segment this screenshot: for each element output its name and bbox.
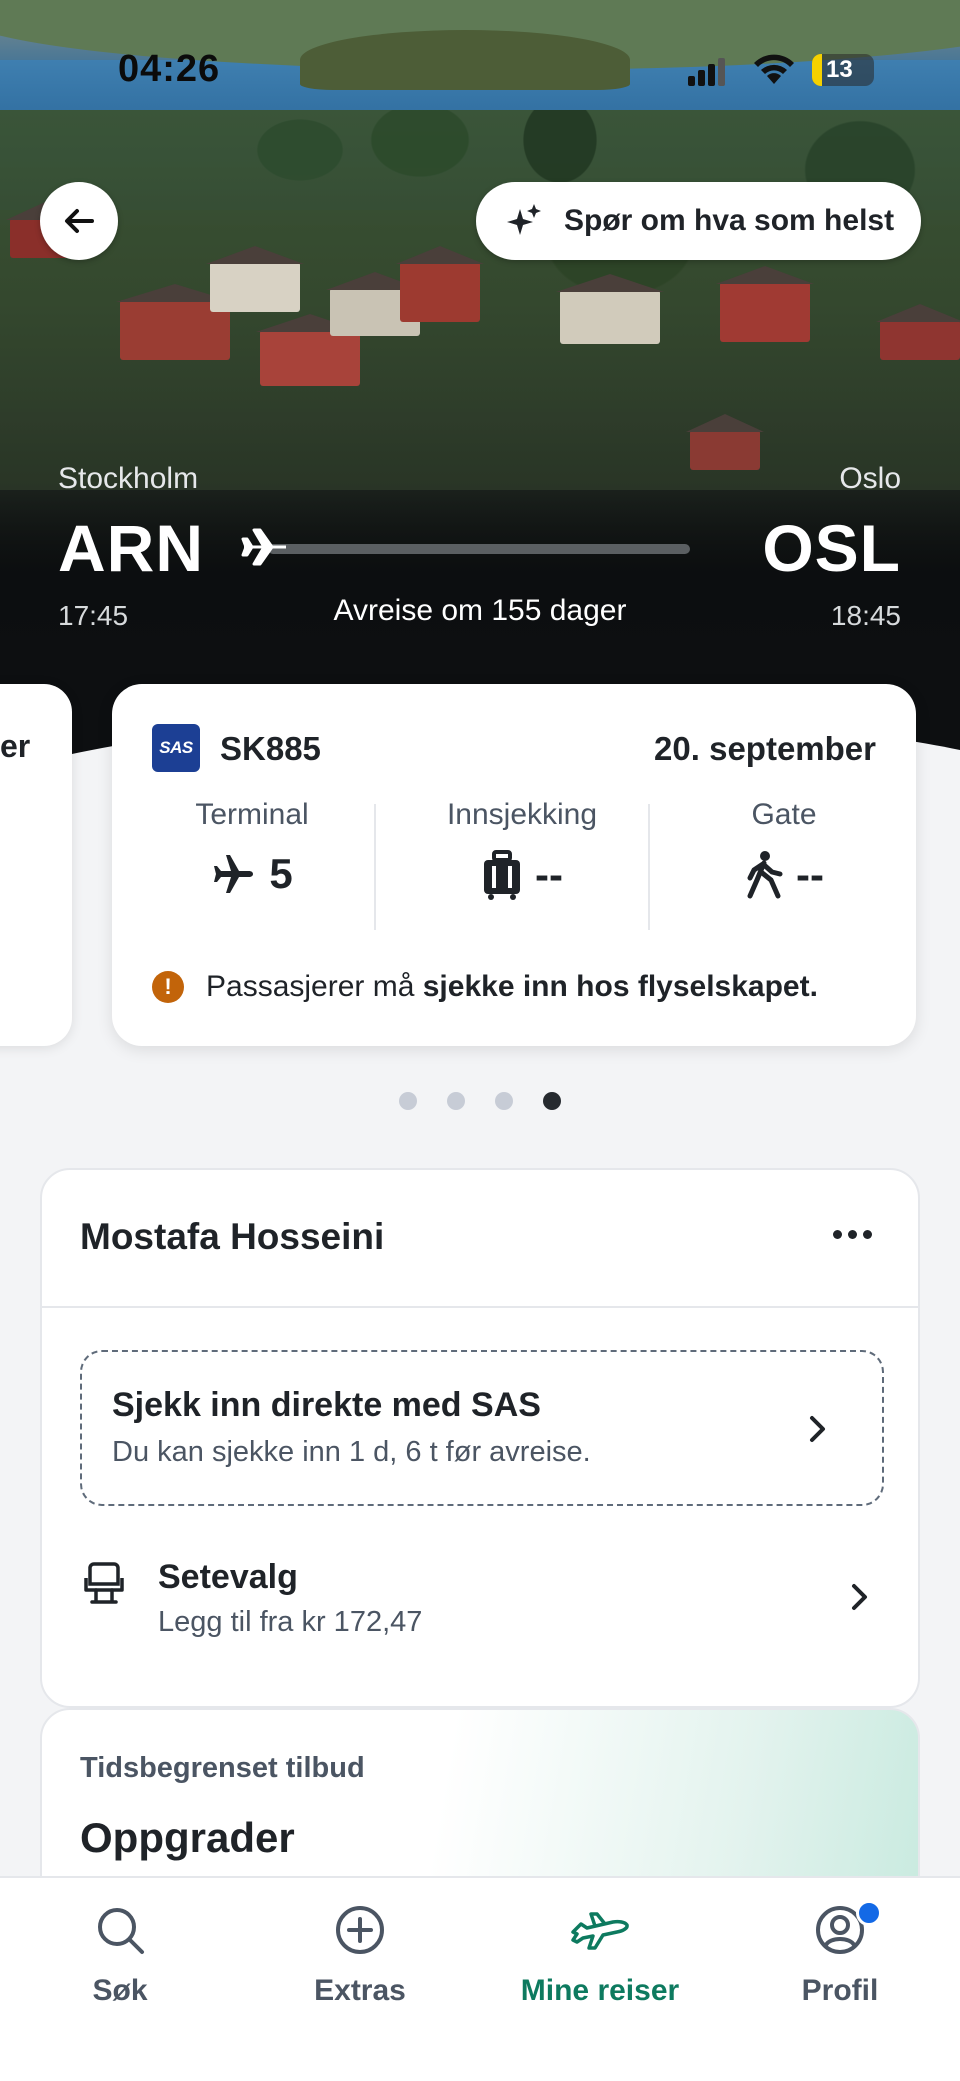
wifi-icon [754,54,794,84]
destination-hero-image: 04:26 13 Spør om hva som helst Stockholm… [0,0,960,790]
tab-extras[interactable]: Extras [260,1898,460,2008]
hero-house [720,282,810,342]
seat-selection-row[interactable]: Setevalg Legg til fra kr 172,47 [80,1540,884,1660]
notice-text: Passasjerer må [206,970,423,1003]
terminal-label: Terminal [195,798,309,831]
gate-label: Gate [751,798,817,831]
arrow-left-icon [65,209,94,233]
notification-badge [856,1900,882,1926]
gate-value: -- [796,851,824,898]
offer-title: Oppgrader [80,1814,295,1861]
pagination-dot[interactable] [447,1092,465,1110]
sparkles-icon [507,204,541,235]
sas-logo: SAS [152,724,200,772]
more-options-icon[interactable] [833,1230,872,1239]
notice-bold-text: sjekke inn hos flyselskapet. [422,970,818,1003]
checkin-subtitle: Du kan sjekke inn 1 d, 6 t før avreise. [112,1436,591,1468]
terminal-value: 5 [269,850,293,897]
previous-card-text: er [0,728,31,764]
checkin-label: Innsjekking [446,798,598,831]
flight-date: 20. september [654,730,876,767]
checkin-with-sas-button[interactable]: Sjekk inn direkte med SAS Du kan sjekke … [80,1350,884,1506]
terminal-info: Terminal 5 [132,798,372,928]
previous-flight-card[interactable]: er [0,684,72,1046]
status-time: 04:26 [118,48,221,90]
checkin-notice: ! Passasjerer må sjekke inn hos flyselsk… [152,970,818,1004]
tab-profile-label: Profil [801,1974,879,2007]
flight-number: SK885 [220,730,321,767]
origin-city: Stockholm [58,462,199,495]
hero-house [880,320,960,360]
sas-logo-text: SAS [159,738,193,757]
gate-info: Gate -- [664,798,904,928]
tab-search[interactable]: Søk [20,1898,220,2008]
hero-house [260,330,360,386]
hero-house [560,290,660,344]
tab-my-trips-label: Mine reiser [520,1974,680,2007]
battery-icon: 13 [812,54,874,86]
battery-level: 13 [826,56,853,83]
route-progress-track [268,544,690,554]
column-divider [648,804,650,930]
search-icon [98,1908,144,1954]
hero-house [690,430,760,470]
column-divider [374,804,376,930]
seat-selection-price: Legg til fra kr 172,47 [158,1606,423,1638]
back-button[interactable] [40,182,118,260]
chevron-right-icon [852,1584,867,1610]
tab-extras-label: Extras [314,1974,406,2007]
destination-city: Oslo [839,462,901,495]
tab-my-trips[interactable]: Mine reiser [500,1898,700,2008]
carousel-pagination [0,1092,960,1110]
ask-anything-label: Spør om hva som helst [564,204,895,237]
passenger-card: Mostafa Hosseini Sjekk inn direkte med S… [40,1168,920,1708]
pagination-dot[interactable] [495,1092,513,1110]
chevron-right-icon [810,1416,825,1442]
tab-profile[interactable]: Profil [740,1898,940,2008]
offer-kicker: Tidsbegrenset tilbud [80,1752,365,1784]
flight-info-card[interactable]: SAS SK885 20. september Terminal 5 Innsj… [112,684,916,1046]
hero-house [210,262,300,312]
seat-icon [84,1562,124,1604]
checkin-title: Sjekk inn direkte med SAS [112,1386,541,1424]
pagination-dot[interactable] [399,1092,417,1110]
checkin-value: -- [535,851,563,898]
ask-anything-button[interactable]: Spør om hva som helst [476,182,921,260]
airplane-icon [241,528,286,566]
checkin-info: Innsjekking -- [402,798,642,928]
status-bar: 04:26 13 [0,0,960,140]
seat-selection-title: Setevalg [158,1558,298,1596]
destination-code: OSL [762,511,901,585]
origin-code: ARN [58,511,204,585]
airplane-icon [571,1912,629,1950]
warning-icon: ! [152,971,184,1003]
departure-countdown: Avreise om 155 dager [333,594,627,627]
pagination-dot-active[interactable] [543,1092,561,1110]
cellular-signal-icon [688,56,728,86]
divider [42,1306,918,1308]
airplane-departure-icon [214,855,254,893]
walking-person-icon [747,851,783,899]
passenger-name: Mostafa Hosseini [80,1216,385,1257]
plus-circle-icon [336,1906,384,1954]
luggage-icon [484,850,520,900]
tab-search-label: Søk [92,1974,148,2007]
hero-house [400,262,480,322]
bottom-tab-bar: Søk Extras Mine reiser Profil [0,1876,960,2081]
